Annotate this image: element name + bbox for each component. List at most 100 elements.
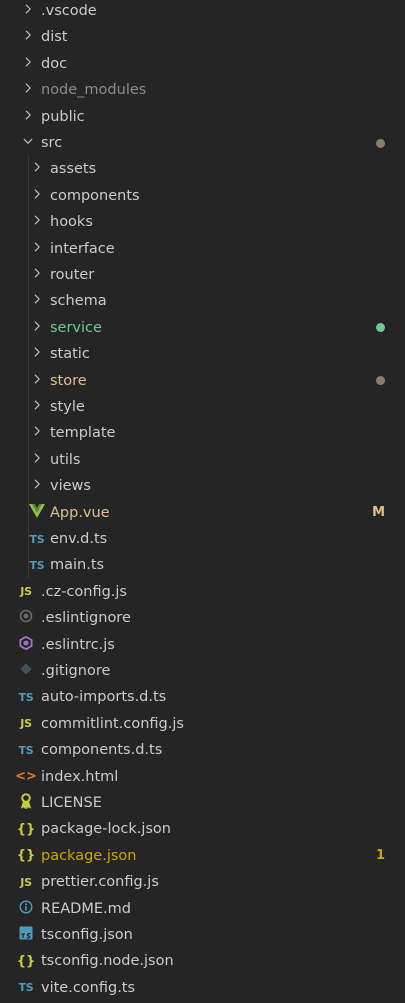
file-item[interactable]: .eslintrc.js [0,632,405,658]
tree-icon-slot [28,473,46,499]
tree-icon-slot [28,262,46,288]
typescript-icon: TS [29,558,45,572]
file-item[interactable]: tsconfig.json [0,922,405,948]
folder-item[interactable]: router [0,262,405,288]
chevron-right-icon [30,319,44,337]
problem-count-badge: 1 [375,848,385,864]
tree-icon-slot [17,605,35,631]
file-item[interactable]: .gitignore [0,658,405,684]
json-icon: {} [16,848,36,864]
folder-item[interactable]: schema [0,288,405,315]
status-dot-icon [376,138,385,148]
tree-icon-slot: JS [17,711,35,737]
tree-item-label: assets [50,161,97,178]
folder-item[interactable]: service [0,314,405,341]
info-icon [19,900,33,918]
folder-item[interactable]: node_modules [0,77,405,103]
chevron-right-icon [30,451,44,469]
eslint-icon [19,635,33,654]
tree-item-label: commitlint.config.js [41,715,184,732]
file-item[interactable]: TS main.ts [0,552,405,579]
chevron-right-icon [30,398,44,416]
folder-item[interactable]: components [0,182,405,209]
folder-item[interactable]: static [0,341,405,368]
file-item[interactable]: TS components.d.ts [0,737,405,763]
tree-item-label: doc [41,55,68,72]
file-item[interactable]: LICENSE [0,790,405,816]
file-item[interactable]: {} tsconfig.node.json [0,948,405,974]
tree-icon-slot: TS [17,684,35,710]
tree-item-label: .gitignore [41,663,111,679]
tree-item-label: style [50,399,85,415]
tree-icon-slot [28,183,46,209]
chevron-right-icon [30,292,44,310]
tree-icon-slot [28,368,46,394]
file-item[interactable]: TS auto-imports.d.ts [0,684,405,710]
tree-item-label: prettier.config.js [41,874,159,891]
folder-item[interactable]: style [0,394,405,420]
tree-icon-slot: TS [17,737,35,763]
folder-item[interactable]: hooks [0,209,405,236]
file-item[interactable]: TS env.d.ts [0,526,405,552]
chevron-right-icon [21,108,35,126]
tree-icon-slot [19,77,37,103]
file-item[interactable]: <> index.html [0,764,405,790]
tree-item-label: utils [50,451,81,468]
license-icon [20,793,32,813]
tree-icon-slot [28,447,46,473]
file-item[interactable]: {} package.json 1 [0,843,405,869]
tree-icon-slot [28,315,46,341]
file-item[interactable]: {} package-lock.json [0,816,405,842]
status-dot-icon [376,323,385,333]
file-item[interactable]: JS commitlint.config.js [0,711,405,737]
folder-item[interactable]: dist [0,24,405,50]
tree-icon-slot [28,236,46,262]
tree-item-label: components.d.ts [41,742,163,759]
file-explorer-tree: .vscode dist doc node_modules public src asset… [0,0,405,1003]
tree-icon-slot [17,658,35,684]
tree-item-label: store [50,372,87,389]
eslint-ignore-icon [19,609,33,627]
tree-icon-slot [28,209,46,235]
tree-icon-slot [28,420,46,446]
javascript-icon: JS [20,875,32,889]
tree-icon-slot [19,51,37,77]
folder-item[interactable]: utils [0,446,405,473]
file-item[interactable]: .eslintignore [0,605,405,631]
chevron-right-icon [21,28,35,46]
tree-item-label: tsconfig.node.json [41,953,174,970]
chevron-right-icon [30,240,44,258]
tree-icon-slot: JS [17,869,35,895]
file-item[interactable]: App.vue M [0,499,405,526]
file-item[interactable]: JS .cz-config.js [0,579,405,605]
chevron-right-icon [30,424,44,442]
folder-item[interactable]: .vscode [0,0,405,24]
tree-icon-slot [17,632,35,658]
tree-icon-slot: {} [17,948,36,974]
tree-item-label: vite.config.ts [41,979,136,996]
tree-icon-slot [17,896,35,922]
tree-icon-slot [28,288,46,314]
tree-icon-slot [19,104,37,130]
folder-item[interactable]: interface [0,235,405,262]
folder-item[interactable]: views [0,473,405,500]
tree-icon-slot [19,0,37,24]
folder-item[interactable]: assets [0,156,405,183]
tree-item-label: template [50,425,116,442]
typescript-icon: TS [18,981,34,995]
tree-item-label: service [50,319,102,336]
folder-item[interactable]: doc [0,51,405,77]
file-item[interactable]: TS vite.config.ts [0,975,405,1001]
folder-item[interactable]: src [0,130,405,156]
file-item[interactable]: JS prettier.config.js [0,869,405,895]
tree-icon-slot: <> [15,764,37,790]
typescript-icon: TS [18,690,34,704]
tree-item-label: views [50,478,91,495]
chevron-right-icon [30,187,44,205]
file-item[interactable]: README.md [0,896,405,922]
folder-item[interactable]: public [0,104,405,130]
tree-item-label: package-lock.json [41,821,171,838]
folder-item[interactable]: template [0,420,405,447]
chevron-right-icon [30,213,44,231]
folder-item[interactable]: store [0,367,405,394]
